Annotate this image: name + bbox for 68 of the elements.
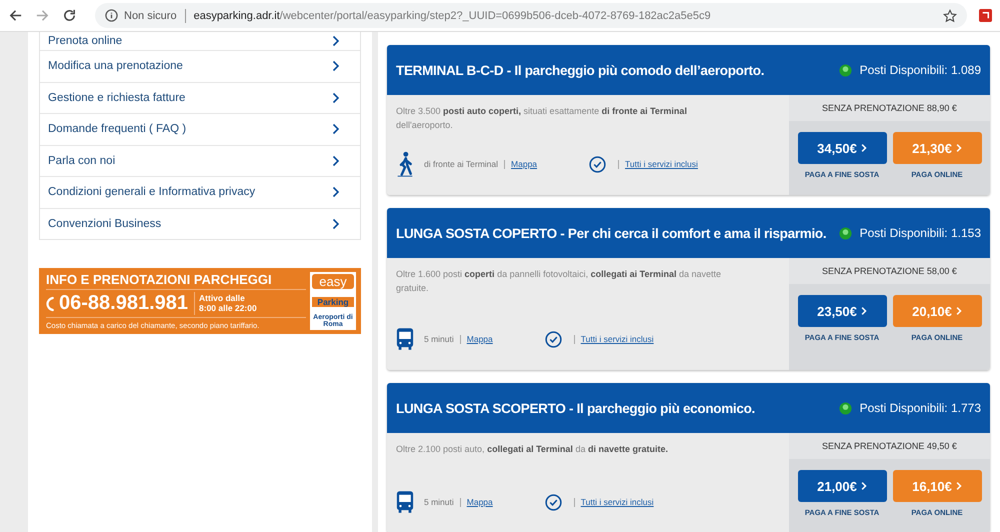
chevron-icon [956,306,962,316]
services-link[interactable]: Tutti i servizi inclusi [625,159,698,169]
info-icon[interactable] [105,9,118,22]
no-reservation-price: SENZA PRENOTAZIONE 49,50 € [789,433,990,459]
services-link[interactable]: Tutti i servizi inclusi [580,334,654,344]
checkmark-circle-icon [589,156,606,172]
chevron-icon [956,142,962,152]
menu-item[interactable]: Condizioni generali e Informativa privacy [40,177,360,208]
chevron-icon [860,306,867,316]
extension-icon[interactable] [979,9,992,22]
bus-icon [396,326,414,352]
description-text: Oltre 2.100 posti auto, collegati al Terminal da di navette gratuite. [396,443,669,456]
menu-item[interactable]: Domande frequenti ( FAQ ) [40,114,360,146]
price-button[interactable]: 23,50€ [798,295,886,327]
menu-item[interactable]: Convenzioni Business [40,208,360,239]
access-text: 5 minuti [424,497,454,507]
no-reservation-price: SENZA PRENOTAZIONE 88,90 € [789,95,990,121]
checkmark-circle-icon [544,330,562,348]
price-button[interactable]: 34,50€ [798,132,886,164]
price-button[interactable]: 21,00€ [798,470,886,502]
chevron-icon [332,154,340,167]
banner-title: INFO E PRENOTAZIONI PARCHEGGI [46,272,306,290]
menu-item[interactable]: Parla con noi [40,146,360,177]
card-title: LUNGA SOSTA COPERTO - Per chi cerca il comfort e ama il risparmio. [396,226,828,240]
chevron-icon [332,60,340,72]
star-icon[interactable] [943,8,957,22]
map-link[interactable]: Mappa [511,159,538,169]
availability-text: Posti Disponibili: 1.153 [860,226,981,240]
availability-text: Posti Disponibili: 1.089 [860,63,981,77]
reload-icon[interactable] [62,8,77,23]
chevron-icon [860,480,867,490]
description-text: Oltre 3.500 posti auto coperti, situati esattamente di fronte ai Terminal dell'aeroporto. [396,105,688,132]
address-bar[interactable]: Non sicuro easyparking.adr.it/webcenter/portal/easyparking/step2?_UUID=0699b506-dceb-4072-8769-182ac2a5e5c9 [95,3,967,28]
url-text: easyparking.adr.it/webcenter/portal/easyparking/step2?_UUID=0699b506-dceb-4072-8769-182ac2a5e5c9 [194,10,712,22]
card-title: TERMINAL B-C-D - Il parcheggio più comodo dell’aeroporto. [396,62,766,78]
map-link[interactable]: Mappa [466,334,493,344]
phone-icon [46,294,55,312]
phone-number: 06-88.981.981 [59,292,196,315]
chevron-icon [860,142,867,152]
bus-icon [396,489,414,515]
description-text: Oltre 1.600 posti coperti da pannelli fotovoltaici, collegati ai Terminal da navette gratuite. [396,268,722,295]
chevron-icon [332,92,340,104]
no-reservation-price: SENZA PRENOTAZIONE 58,00 € [789,258,990,284]
logo-text: Parking [312,296,354,306]
logo-text: easy [312,274,354,289]
walking-person-icon [396,151,414,177]
chevron-icon [332,186,340,198]
access-text: 5 minuti [424,334,454,344]
map-link[interactable]: Mappa [466,497,493,507]
checkmark-circle-icon [544,494,562,510]
status-dot-icon [838,226,852,240]
card-title: LUNGA SOSTA SCOPERTO - Il parcheggio più economico. [396,400,756,416]
hours-text: Attivo dalle [199,294,246,304]
chevron-icon [332,218,340,230]
availability-text: Posti Disponibili: 1.773 [860,401,981,415]
back-icon[interactable] [8,8,23,23]
security-label: Non sicuro [124,10,177,22]
status-dot-icon [838,64,852,76]
access-text: di fronte ai Terminal [424,159,498,169]
chevron-icon [332,123,340,136]
menu-item[interactable]: Modifica una prenotazione [40,51,360,82]
status-dot-icon [838,402,852,414]
chevron-icon [956,480,962,490]
chevron-icon [332,35,340,47]
menu-item[interactable]: Prenota online [40,32,360,51]
hours-text: 8:00 alle 22:00 [199,304,257,314]
services-link[interactable]: Tutti i servizi inclusi [580,497,654,507]
menu-item[interactable]: Gestione e richiesta fatture [40,82,360,114]
